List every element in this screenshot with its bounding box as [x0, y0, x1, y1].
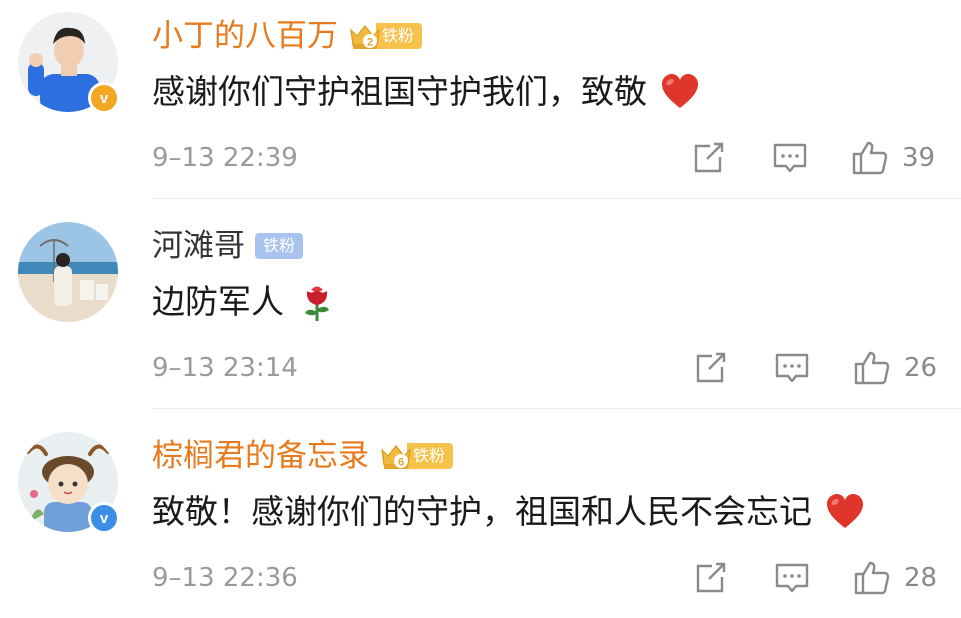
thumbs-up-icon [854, 351, 890, 385]
share-icon [694, 142, 724, 173]
verified-badge-icon: v [88, 502, 120, 534]
share-button[interactable] [690, 558, 730, 598]
comment-icon [775, 563, 809, 593]
badge-level: 6 [398, 457, 404, 469]
username[interactable]: 棕榈君的备忘录 [152, 434, 369, 478]
red-heart-icon [662, 74, 698, 108]
thumbs-up-icon [852, 141, 888, 175]
like-button[interactable] [850, 138, 890, 178]
avatar[interactable]: v [18, 432, 120, 534]
verified-badge-icon: v [88, 82, 120, 114]
share-icon [696, 562, 726, 593]
share-icon [696, 352, 726, 383]
badge-label: 铁粉 [407, 443, 454, 469]
badge-label: 铁粉 [255, 233, 304, 259]
thumbs-up-icon [854, 561, 890, 595]
username[interactable]: 河滩哥 [152, 224, 245, 268]
crown-icon: 6 [381, 445, 411, 469]
avatar[interactable] [18, 222, 118, 322]
comment-body: 感谢你们守护祖国守护我们，致敬 [152, 72, 647, 111]
like-count: 39 [902, 143, 936, 173]
fan-badge[interactable]: 6 铁粉 [379, 441, 454, 471]
comment-text: 边防军人 [152, 278, 338, 326]
like-button[interactable] [852, 558, 892, 598]
reply-button[interactable] [770, 138, 810, 178]
fan-badge[interactable]: 2 铁粉 [348, 21, 423, 51]
comment-text: 致敬！感谢你们的守护，祖国和人民不会忘记 [152, 488, 866, 536]
like-count: 26 [904, 353, 938, 383]
comment-item: v 小丁的八百万 2 铁粉 感谢你们守护祖国守护我们，致敬 9–13 22:39 [0, 0, 961, 210]
badge-level: 2 [367, 37, 373, 49]
divider [152, 408, 961, 409]
comment-text: 感谢你们守护祖国守护我们，致敬 [152, 68, 701, 116]
divider [152, 198, 961, 199]
comment-item: v 棕榈君的备忘录 6 铁粉 致敬！感谢你们的守护，祖国和人民不会忘记 9–13… [0, 420, 961, 618]
like-count: 28 [904, 563, 938, 593]
avatar-image [18, 222, 118, 322]
share-button[interactable] [688, 138, 728, 178]
comment-item: 河滩哥 铁粉 边防军人 9–13 23:14 26 [0, 210, 961, 420]
badge-label: 铁粉 [376, 23, 423, 49]
username[interactable]: 小丁的八百万 [152, 14, 338, 58]
like-button[interactable] [852, 348, 892, 388]
fan-badge[interactable]: 铁粉 [255, 231, 304, 261]
rose-icon [305, 286, 329, 321]
red-heart-icon [827, 494, 863, 528]
comment-actions: 26 [0, 344, 961, 392]
comment-icon [773, 143, 807, 173]
comment-icon [775, 353, 809, 383]
comment-body: 致敬！感谢你们的守护，祖国和人民不会忘记 [152, 492, 812, 531]
reply-button[interactable] [772, 348, 812, 388]
comment-body: 边防军人 [152, 282, 284, 321]
comment-actions: 28 [0, 554, 961, 602]
reply-button[interactable] [772, 558, 812, 598]
crown-icon: 2 [350, 25, 380, 49]
avatar[interactable]: v [18, 12, 120, 114]
comment-actions: 39 [0, 134, 961, 182]
share-button[interactable] [690, 348, 730, 388]
